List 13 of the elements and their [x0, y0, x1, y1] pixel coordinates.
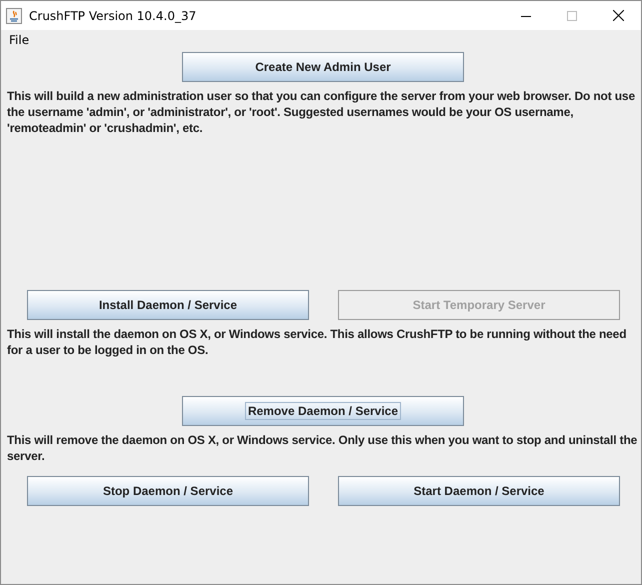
action-button[interactable]: Create New Admin User [182, 52, 464, 82]
menu-item[interactable]: File [7, 33, 32, 47]
description-text: This will remove the daemon on OS X, or Windows service. Only use this when you want to stop and uninstall the server. [7, 432, 638, 464]
description-text: This will build a new administration user so that you can configure the server from your web browser. Do not use the username 'admin', or 'administrator', or 'root'. Suggested usernames would be your OS username, 'remoteadmin' or 'crushadmin', etc. [7, 88, 636, 136]
app-icon [6, 8, 22, 24]
action-button[interactable]: Remove Daemon / Service [182, 396, 464, 426]
window-title: CrushFTP Version 10.4.0_37 [29, 8, 196, 22]
action-button[interactable]: Stop Daemon / Service [27, 476, 309, 506]
action-button[interactable]: Start Daemon / Service [338, 476, 620, 506]
maximize-icon [567, 10, 577, 20]
action-button[interactable]: Install Daemon / Service [27, 290, 309, 320]
close-icon [612, 10, 624, 21]
description-text: This will install the daemon on OS X, or Windows service. This allows CrushFTP to be running without the need for a user to be logged in on the OS. [7, 326, 628, 358]
